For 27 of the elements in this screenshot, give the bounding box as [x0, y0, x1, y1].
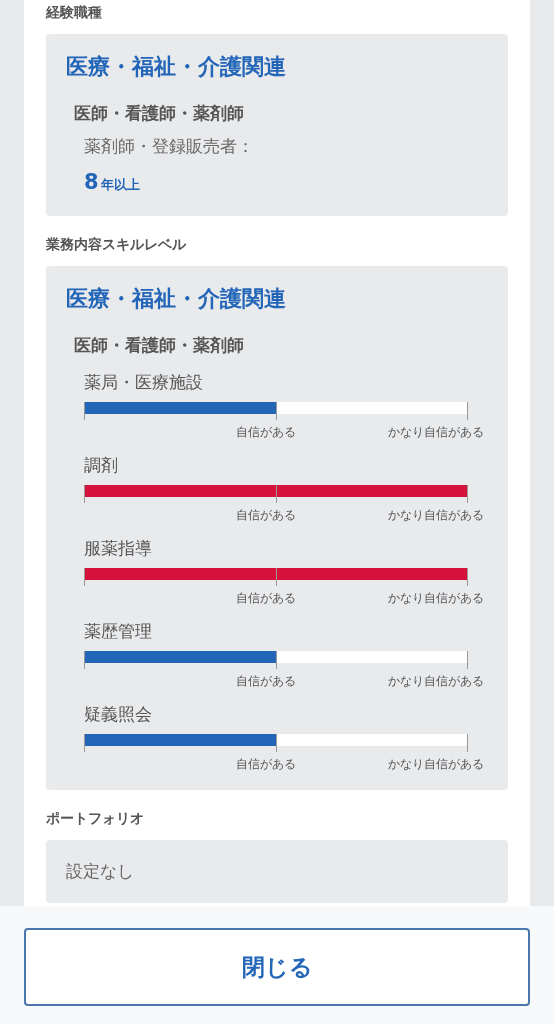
skill-name: 調剤: [84, 454, 119, 477]
skill-name: 薬局・医療施設: [84, 371, 204, 394]
tick-label: かなり自信がある: [388, 756, 484, 773]
category-title: 医療・福祉・介護関連: [66, 53, 287, 81]
section-label: ポートフォリオ: [46, 810, 145, 828]
tick-label: 自信がある: [236, 507, 296, 524]
tick-label: 自信がある: [236, 590, 296, 607]
section-label: 経験職種: [46, 4, 103, 22]
years-value: 8: [84, 170, 99, 194]
tick-label: 自信がある: [236, 424, 296, 441]
subcategory-label: 医師・看護師・薬剤師: [74, 102, 245, 125]
skill-name: 服薬指導: [84, 537, 153, 560]
tick-label: 自信がある: [236, 673, 296, 690]
tick-label: 自信がある: [236, 756, 296, 773]
job-label: 薬剤師・登録販売者：: [84, 135, 255, 158]
tick-label: かなり自信がある: [388, 673, 484, 690]
tick-label: かなり自信がある: [388, 590, 484, 607]
subcategory-label: 医師・看護師・薬剤師: [74, 334, 245, 357]
years-unit: 年以上: [100, 177, 140, 192]
close-button[interactable]: 閉じる: [24, 928, 530, 1006]
tick-label: かなり自信がある: [388, 507, 484, 524]
skill-name: 疑義照会: [84, 703, 153, 726]
skill-name: 薬歴管理: [84, 620, 153, 643]
portfolio-value: 設定なし: [66, 861, 134, 881]
tick-label: かなり自信がある: [388, 424, 484, 441]
category-title: 医療・福祉・介護関連: [66, 285, 287, 313]
section-label: 業務内容スキルレベル: [46, 236, 187, 254]
